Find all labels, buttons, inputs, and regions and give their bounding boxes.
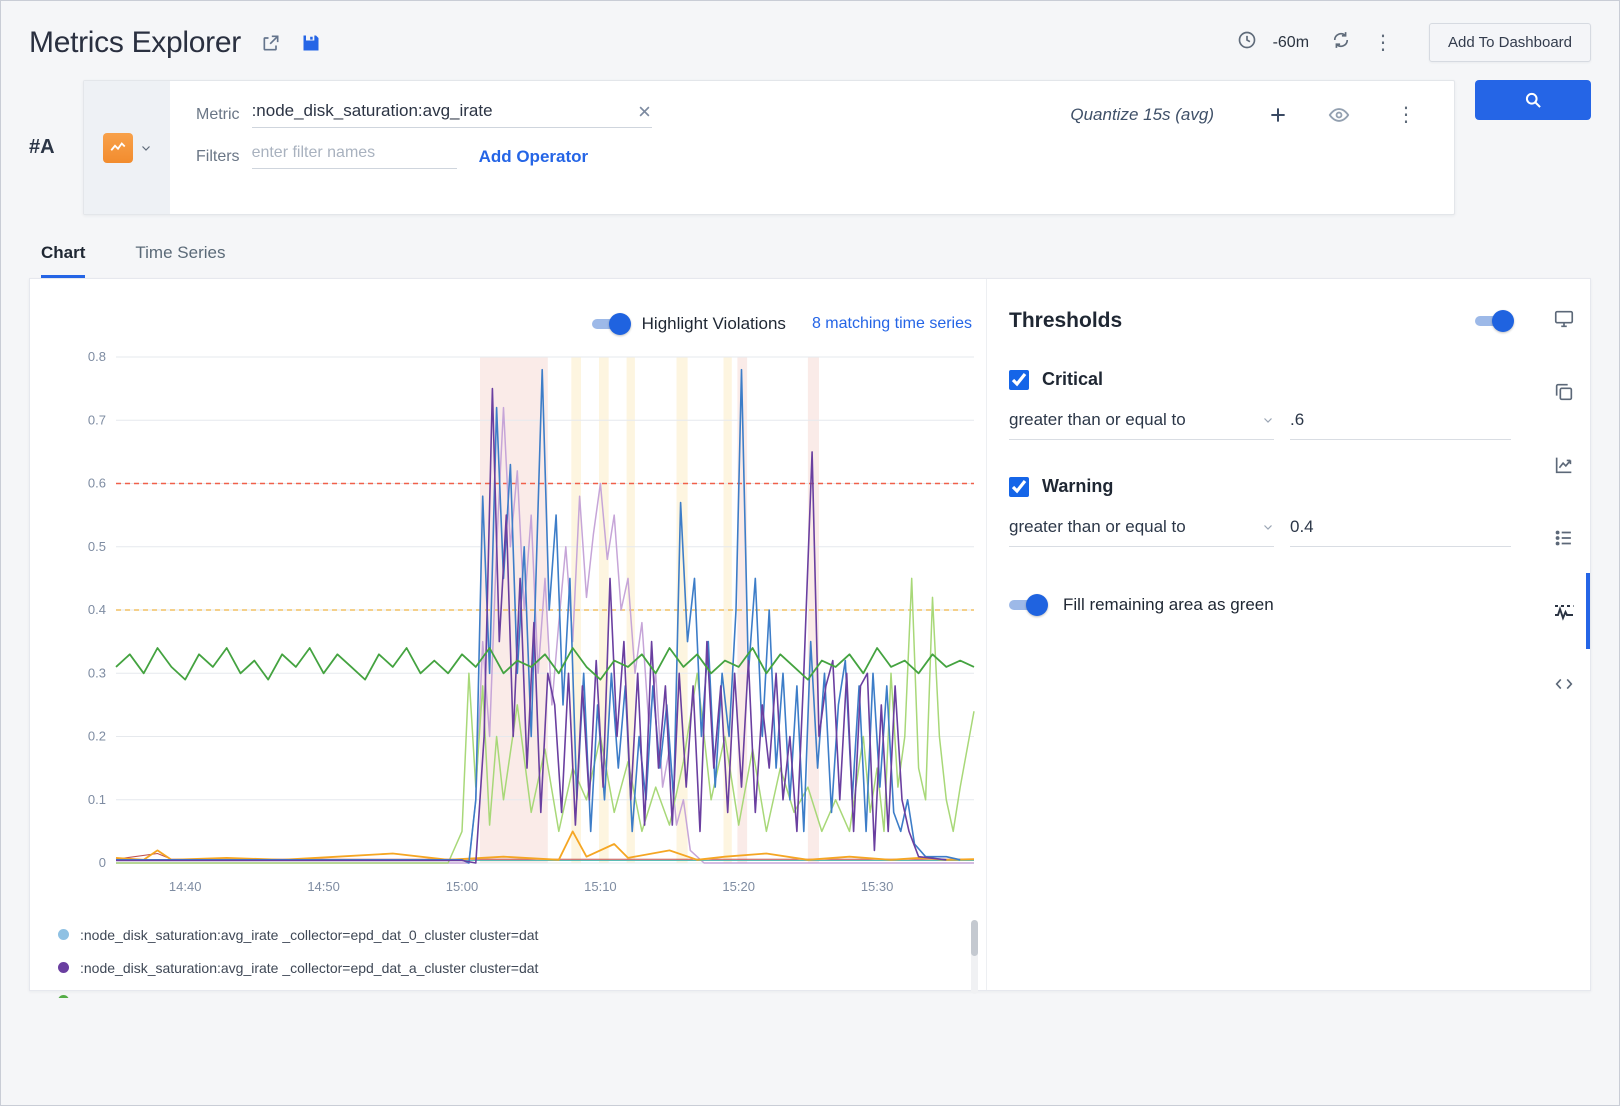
- add-to-dashboard-button[interactable]: Add To Dashboard: [1429, 23, 1591, 62]
- rail-item-trend[interactable]: [1537, 441, 1590, 489]
- warning-label: Warning: [1042, 476, 1113, 497]
- query-row: #A Metric Quantize 15s (avg): [1, 76, 1619, 215]
- svg-text:0.2: 0.2: [88, 729, 106, 744]
- critical-comparator-value: greater than or equal to: [1009, 410, 1186, 430]
- legend-item[interactable]: :node_disk_saturation:avg_irate _collect…: [58, 951, 960, 984]
- clock-icon[interactable]: [1237, 30, 1257, 55]
- matching-series-link[interactable]: 8 matching time series: [812, 315, 972, 333]
- legend-scrollbar-thumb[interactable]: [971, 920, 978, 956]
- list-icon: [1553, 527, 1575, 549]
- legend-color-dot: [58, 929, 69, 940]
- thresholds-panel: Thresholds Critical greater than or equa…: [987, 279, 1537, 990]
- critical-label: Critical: [1042, 369, 1103, 390]
- chevron-down-icon: [140, 142, 152, 154]
- metric-label: Metric: [196, 106, 240, 124]
- highlight-violations-label: Highlight Violations: [642, 314, 786, 334]
- tab-time-series[interactable]: Time Series: [135, 243, 225, 278]
- threshold-wave-icon: [1552, 599, 1576, 623]
- svg-text:0.6: 0.6: [88, 476, 106, 491]
- svg-text:0: 0: [99, 855, 106, 870]
- legend-list: :node_disk_saturation:avg_irate _collect…: [58, 918, 960, 998]
- legend-label: :node_disk_saturation:avg_irate _collect…: [80, 927, 538, 943]
- quantize-label[interactable]: Quantize 15s (avg): [1070, 105, 1214, 125]
- rail-item-display[interactable]: [1537, 295, 1590, 343]
- tab-bar: Chart Time Series: [1, 243, 1619, 278]
- thresholds-title: Thresholds: [1009, 309, 1122, 333]
- metrics-chart[interactable]: 0 0.1 0.2 0.3 0.4 0.5 0.6 0.7 0.8 14:40 14:50 15:00…: [58, 343, 988, 903]
- metrics-explorer-page: Metrics Explorer -60m: [0, 0, 1620, 1106]
- legend-color-dot: [58, 995, 69, 998]
- active-rail-indicator: [1586, 573, 1590, 649]
- critical-value-input[interactable]: [1290, 410, 1511, 440]
- rail-item-duplicate[interactable]: [1537, 368, 1590, 416]
- copy-icon: [1553, 381, 1575, 403]
- search-icon: [1523, 90, 1543, 110]
- warning-comparator-select[interactable]: greater than or equal to: [1009, 517, 1274, 547]
- header-kebab-menu-icon[interactable]: ⋮: [1367, 33, 1399, 53]
- export-icon[interactable]: [261, 33, 281, 53]
- svg-text:0.7: 0.7: [88, 412, 106, 427]
- warning-comparator-value: greater than or equal to: [1009, 517, 1186, 537]
- add-metric-icon[interactable]: [1268, 105, 1288, 125]
- add-operator-link[interactable]: Add Operator: [479, 147, 589, 167]
- svg-text:15:30: 15:30: [861, 879, 894, 894]
- svg-text:0.5: 0.5: [88, 539, 106, 554]
- monitor-icon: [1553, 308, 1575, 330]
- svg-text:14:50: 14:50: [307, 879, 340, 894]
- warning-checkbox[interactable]: [1009, 477, 1029, 497]
- rail-item-thresholds[interactable]: [1537, 587, 1590, 635]
- metric-input-wrap: [252, 101, 652, 128]
- fill-green-label: Fill remaining area as green: [1063, 595, 1274, 615]
- code-icon: [1553, 673, 1575, 695]
- critical-checkbox[interactable]: [1009, 370, 1029, 390]
- fill-green-toggle[interactable]: [1009, 600, 1045, 610]
- save-icon[interactable]: [301, 33, 321, 53]
- svg-text:0.8: 0.8: [88, 349, 106, 364]
- rail-item-list[interactable]: [1537, 514, 1590, 562]
- metric-type-icon: [103, 133, 133, 163]
- warning-value-input[interactable]: [1290, 517, 1511, 547]
- legend-label: :node_disk_saturation:avg_irate _collect…: [80, 960, 538, 976]
- visibility-eye-icon[interactable]: [1328, 104, 1350, 126]
- chevron-down-icon: [1262, 521, 1274, 533]
- content-card: Highlight Violations 8 matching time ser…: [29, 278, 1591, 991]
- metric-input[interactable]: [252, 101, 637, 121]
- query-kebab-menu-icon[interactable]: ⋮: [1390, 105, 1422, 125]
- refresh-icon[interactable]: [1331, 30, 1351, 55]
- legend-item[interactable]: [58, 984, 960, 998]
- trend-chart-icon: [1553, 454, 1575, 476]
- time-range-label[interactable]: -60m: [1273, 34, 1309, 52]
- metric-type-selector[interactable]: [84, 81, 170, 214]
- svg-text:15:00: 15:00: [446, 879, 479, 894]
- legend-item[interactable]: :node_disk_saturation:avg_irate _collect…: [58, 918, 960, 951]
- svg-text:15:20: 15:20: [722, 879, 755, 894]
- svg-text:14:40: 14:40: [169, 879, 202, 894]
- svg-text:0.3: 0.3: [88, 665, 106, 680]
- query-row-label: #A: [29, 80, 83, 215]
- critical-comparator-select[interactable]: greater than or equal to: [1009, 410, 1274, 440]
- legend-scrollbar[interactable]: [971, 920, 978, 994]
- view-options-rail: [1537, 279, 1590, 990]
- query-card: Metric Quantize 15s (avg) ⋮ Filters: [83, 80, 1455, 215]
- chevron-down-icon: [1262, 414, 1274, 426]
- search-button[interactable]: [1475, 80, 1591, 120]
- filters-input[interactable]: [252, 144, 457, 169]
- svg-text:0.4: 0.4: [88, 602, 106, 617]
- svg-text:0.1: 0.1: [88, 792, 106, 807]
- chart-panel: Highlight Violations 8 matching time ser…: [30, 279, 987, 990]
- clear-metric-icon[interactable]: [637, 104, 652, 119]
- legend-color-dot: [58, 962, 69, 973]
- rail-item-code[interactable]: [1537, 660, 1590, 708]
- svg-text:15:10: 15:10: [584, 879, 617, 894]
- header: Metrics Explorer -60m: [1, 1, 1619, 76]
- highlight-violations-toggle[interactable]: [592, 319, 628, 329]
- thresholds-toggle[interactable]: [1475, 316, 1511, 326]
- page-title: Metrics Explorer: [29, 26, 241, 60]
- legend: :node_disk_saturation:avg_irate _collect…: [58, 918, 986, 998]
- filters-label: Filters: [196, 148, 240, 166]
- tab-chart[interactable]: Chart: [41, 243, 85, 278]
